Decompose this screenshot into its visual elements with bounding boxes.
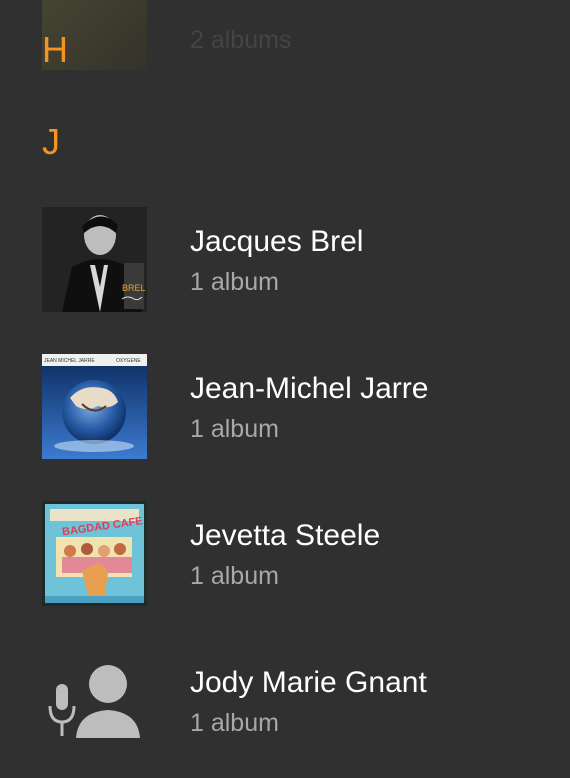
artist-list[interactable]: 2 albums H J BREL Jacques Brel 1 album J… [0, 0, 570, 770]
section-header-h: H [42, 29, 68, 70]
album-art-jacques-brel: BREL [42, 207, 147, 312]
artist-placeholder-icon [42, 648, 147, 753]
artist-row-jody-marie-gnant[interactable]: Jody Marie Gnant 1 album [0, 648, 570, 778]
album-art-jevetta-steele: BAGDAD CAFE [42, 501, 147, 606]
artist-name: Jean-Michel Jarre [190, 372, 429, 405]
artist-row-jacques-brel[interactable]: BREL Jacques Brel 1 album [0, 207, 570, 337]
artist-name: Jevetta Steele [190, 519, 381, 552]
album-art-text: BREL [122, 283, 146, 293]
artist-row-jean-michel-jarre[interactable]: JEAN MICHEL JARRE OXYGENE Jean-Michel Ja… [0, 354, 570, 484]
artist-row-faded[interactable]: 2 albums [0, 0, 570, 80]
artist-album-count: 2 albums [190, 26, 292, 54]
album-art-text-left: JEAN MICHEL JARRE [44, 358, 95, 364]
artist-name: Jacques Brel [190, 225, 364, 258]
artist-row-jevetta-steele[interactable]: BAGDAD CAFE Jevetta Steele 1 album [0, 501, 570, 631]
artist-name: Jody Marie Gnant [190, 666, 427, 699]
artist-album-count: 1 album [190, 415, 279, 443]
artist-album-count: 1 album [190, 709, 279, 737]
artist-album-count: 1 album [190, 268, 279, 296]
artist-album-count: 1 album [190, 562, 279, 590]
section-header-j: J [42, 121, 60, 162]
album-art-jean-michel-jarre: JEAN MICHEL JARRE OXYGENE [42, 354, 147, 459]
album-art-text-right: OXYGENE [116, 358, 141, 364]
